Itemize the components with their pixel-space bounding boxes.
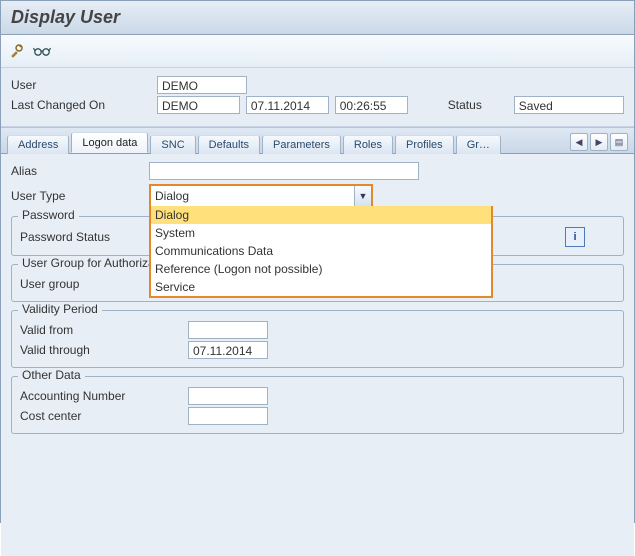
tab-address[interactable]: Address xyxy=(7,135,69,154)
user-type-select[interactable]: Dialog ▼ Dialog System Communications Da… xyxy=(149,184,373,208)
cost-center-label: Cost center xyxy=(20,409,180,423)
other-data-group: Other Data Accounting Number Cost center xyxy=(11,376,624,434)
valid-from-label: Valid from xyxy=(20,323,180,337)
tab-parameters[interactable]: Parameters xyxy=(262,135,341,154)
last-changed-date: 07.11.2014 xyxy=(246,96,329,114)
status-field: Saved xyxy=(514,96,624,114)
tab-roles[interactable]: Roles xyxy=(343,135,393,154)
other-data-legend: Other Data xyxy=(18,368,85,382)
user-type-label: User Type xyxy=(11,189,141,203)
info-icon[interactable]: i xyxy=(565,227,585,247)
status-label: Status xyxy=(448,98,508,112)
accounting-number-label: Accounting Number xyxy=(20,389,180,403)
tabstrip: Address Logon data SNC Defaults Paramete… xyxy=(1,127,634,154)
last-changed-by: DEMO xyxy=(157,96,240,114)
chevron-down-icon[interactable]: ▼ xyxy=(354,186,371,206)
tab-groups[interactable]: Gr… xyxy=(456,135,501,154)
validity-legend: Validity Period xyxy=(18,302,102,316)
tab-logon-data[interactable]: Logon data xyxy=(71,132,148,153)
last-changed-label: Last Changed On xyxy=(11,98,151,112)
alias-label: Alias xyxy=(11,164,141,178)
password-legend: Password xyxy=(18,208,79,222)
validity-group: Validity Period Valid from Valid through… xyxy=(11,310,624,368)
valid-from-field[interactable] xyxy=(188,321,268,339)
tab-snc[interactable]: SNC xyxy=(150,135,195,154)
user-label: User xyxy=(11,78,151,92)
user-type-option-comm[interactable]: Communications Data xyxy=(151,242,491,260)
tab-scroll-right-icon[interactable]: ▶ xyxy=(590,133,608,151)
user-type-value: Dialog xyxy=(151,189,354,203)
tab-body: Alias User Type Dialog ▼ Dialog System C… xyxy=(1,154,634,556)
user-type-option-dialog[interactable]: Dialog xyxy=(151,206,491,224)
glasses-icon[interactable] xyxy=(33,42,51,60)
user-header-form: User DEMO Last Changed On DEMO 07.11.201… xyxy=(1,68,634,127)
user-type-option-reference[interactable]: Reference (Logon not possible) xyxy=(151,260,491,278)
user-type-option-service[interactable]: Service xyxy=(151,278,491,296)
user-field: DEMO xyxy=(157,76,247,94)
cost-center-field[interactable] xyxy=(188,407,268,425)
user-type-option-system[interactable]: System xyxy=(151,224,491,242)
valid-through-label: Valid through xyxy=(20,343,180,357)
user-type-dropdown: Dialog System Communications Data Refere… xyxy=(149,206,493,298)
tab-defaults[interactable]: Defaults xyxy=(198,135,260,154)
alias-field[interactable] xyxy=(149,162,419,180)
accounting-number-field[interactable] xyxy=(188,387,268,405)
tab-list-icon[interactable]: ▤ xyxy=(610,133,628,151)
tab-scroll-left-icon[interactable]: ◀ xyxy=(570,133,588,151)
tab-profiles[interactable]: Profiles xyxy=(395,135,454,154)
valid-through-field[interactable]: 07.11.2014 xyxy=(188,341,268,359)
window-title: Display User xyxy=(1,1,634,35)
toolbar xyxy=(1,35,634,68)
last-changed-time: 00:26:55 xyxy=(335,96,409,114)
tools-icon[interactable] xyxy=(9,42,27,60)
